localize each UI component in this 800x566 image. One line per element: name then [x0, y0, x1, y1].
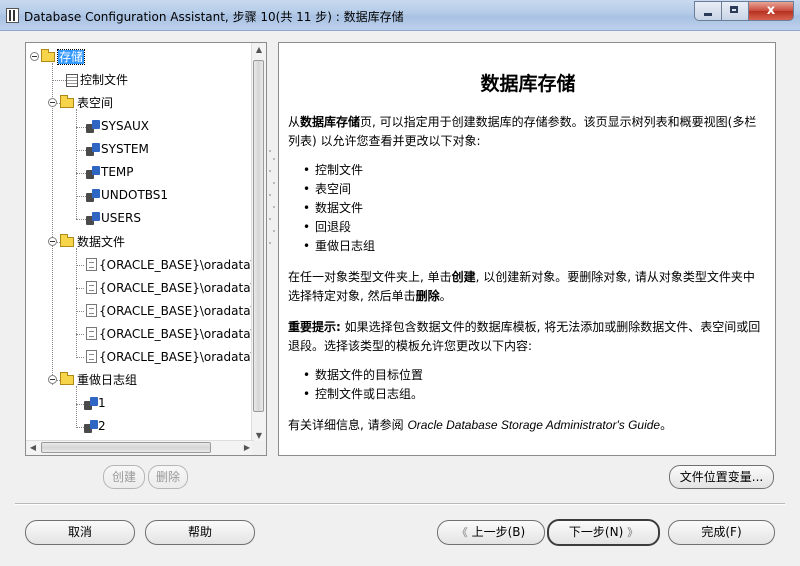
tree-connector	[76, 109, 77, 219]
next-button[interactable]: 下一步(N) 》	[547, 519, 660, 546]
tree-node-datafile[interactable]: {ORACLE_BASE}\oradata\	[99, 324, 254, 344]
maximize-icon	[730, 6, 738, 13]
delete-button[interactable]: 删除	[148, 465, 188, 489]
tree-node-redo-log-groups[interactable]: 重做日志组	[77, 370, 137, 390]
tree-expander[interactable]	[48, 98, 57, 107]
title-bar[interactable]: Database Configuration Assistant, 步骤 10(…	[0, 0, 800, 31]
tree-node-datafile[interactable]: {ORACLE_BASE}\oradata\	[99, 347, 254, 367]
tree-connector	[52, 80, 66, 81]
list-item: 重做日志组	[303, 237, 375, 256]
info-paragraph-2: 在任一对象类型文件夹上, 单击创建, 以创建新对象。要删除对象, 请从对象类型文…	[288, 270, 755, 303]
tablespace-icon	[86, 188, 100, 202]
maximize-button[interactable]	[721, 1, 748, 21]
tree-expander[interactable]	[48, 375, 57, 384]
tree-node-storage[interactable]: 存储	[56, 47, 86, 67]
tree-connector	[52, 63, 53, 385]
cancel-button[interactable]: 取消	[25, 520, 135, 545]
control-file-icon	[66, 74, 78, 87]
tree-vertical-scrollbar[interactable]: ▲ ▼	[251, 43, 266, 443]
tree-node-tablespace[interactable]: SYSAUX	[101, 116, 149, 136]
redo-log-icon	[84, 396, 98, 410]
close-icon: x	[766, 3, 776, 18]
list-item: 控制文件	[303, 161, 363, 180]
info-paragraph-3: 重要提示: 如果选择包含数据文件的数据库模板, 将无法添加或删除数据文件、表空间…	[288, 320, 761, 353]
list-item: 回退段	[303, 218, 351, 237]
storage-tree[interactable]: 存储 控制文件 表空间 SYSAUX SYSTEM TEMP UNDOTBS1 …	[25, 42, 267, 456]
tree-node-redo-log[interactable]: 2	[98, 416, 106, 436]
chevron-left-icon: 《	[456, 526, 468, 539]
tree-connector	[76, 265, 84, 266]
close-button[interactable]: x	[748, 1, 794, 21]
dbca-window: Database Configuration Assistant, 步骤 10(…	[0, 0, 800, 566]
tree-connector	[76, 219, 86, 220]
tree-expander[interactable]	[48, 237, 57, 246]
info-title: 数据库存储	[480, 73, 576, 95]
tree-connector	[76, 357, 84, 358]
datafile-icon	[86, 258, 97, 271]
scroll-corner	[252, 441, 266, 455]
tree-connector	[76, 173, 86, 174]
info-paragraph-4: 有关详细信息, 请参阅 Oracle Database Storage Admi…	[288, 418, 673, 432]
tree-node-tablespace[interactable]: TEMP	[101, 162, 134, 182]
tree-connector	[76, 386, 77, 428]
list-item: 数据文件的目标位置	[303, 366, 423, 385]
tree-connector	[76, 196, 86, 197]
tree-node-control-files[interactable]: 控制文件	[80, 70, 128, 90]
tree-connector	[76, 288, 84, 289]
list-item: 控制文件或日志组。	[303, 385, 423, 404]
datafile-icon	[86, 304, 97, 317]
tablespace-icon	[86, 119, 100, 133]
panel-splitter[interactable]	[268, 140, 276, 260]
app-icon	[6, 8, 19, 23]
tree-node-datafiles[interactable]: 数据文件	[77, 232, 125, 252]
tablespace-icon	[86, 142, 100, 156]
tablespace-icon	[86, 165, 100, 179]
tree-node-tablespace[interactable]: UNDOTBS1	[101, 185, 168, 205]
chevron-right-icon: 》	[627, 526, 639, 539]
tree-connector	[76, 150, 86, 151]
tree-node-redo-log[interactable]: 1	[98, 393, 106, 413]
tree-connector	[76, 404, 84, 405]
scroll-left-arrow-icon[interactable]: ◀	[26, 441, 40, 455]
tree-connector	[76, 427, 84, 428]
info-paragraph-1: 从数据库存储页, 可以指定用于创建数据库的存储参数。该页显示树列表和概要视图(多…	[288, 115, 757, 148]
scroll-thumb[interactable]	[253, 60, 264, 412]
help-button[interactable]: 帮助	[145, 520, 255, 545]
datafile-icon	[86, 281, 97, 294]
tree-node-tablespace[interactable]: SYSTEM	[101, 139, 149, 159]
file-location-variables-button[interactable]: 文件位置变量...	[669, 465, 774, 489]
tree-node-tablespace[interactable]: USERS	[101, 208, 141, 228]
minimize-icon	[704, 13, 712, 16]
minimize-button[interactable]	[694, 1, 721, 21]
scroll-thumb[interactable]	[41, 442, 211, 453]
window-title: Database Configuration Assistant, 步骤 10(…	[24, 10, 404, 24]
datafile-icon	[86, 350, 97, 363]
scroll-up-arrow-icon[interactable]: ▲	[252, 43, 266, 57]
tree-expander[interactable]	[30, 52, 39, 61]
folder-icon	[60, 95, 74, 108]
tree-node-datafile[interactable]: {ORACLE_BASE}\oradata\	[99, 301, 254, 321]
tree-node-datafile[interactable]: {ORACLE_BASE}\oradata\	[99, 255, 254, 275]
back-button[interactable]: 《 上一步(B)	[437, 520, 545, 545]
redo-log-icon	[84, 419, 98, 433]
tablespace-icon	[86, 211, 100, 225]
tree-node-tablespaces[interactable]: 表空间	[77, 93, 113, 113]
create-button[interactable]: 创建	[103, 465, 145, 489]
list-item: 表空间	[303, 180, 351, 199]
folder-icon	[41, 49, 55, 62]
info-panel: 数据库存储 从数据库存储页, 可以指定用于创建数据库的存储参数。该页显示树列表和…	[278, 42, 776, 456]
finish-button[interactable]: 完成(F)	[668, 520, 775, 545]
datafile-icon	[86, 327, 97, 340]
tree-node-datafile[interactable]: {ORACLE_BASE}\oradata\	[99, 278, 254, 298]
folder-icon	[60, 234, 74, 247]
tree-connector	[76, 334, 84, 335]
folder-icon	[60, 372, 74, 385]
tree-content: 存储 控制文件 表空间 SYSAUX SYSTEM TEMP UNDOTBS1 …	[26, 43, 254, 443]
list-item: 数据文件	[303, 199, 363, 218]
tree-connector	[76, 311, 84, 312]
separator	[15, 503, 785, 505]
tree-connector	[76, 127, 86, 128]
tree-horizontal-scrollbar[interactable]: ◀ ▶	[26, 440, 254, 455]
window-controls: x	[694, 1, 794, 21]
